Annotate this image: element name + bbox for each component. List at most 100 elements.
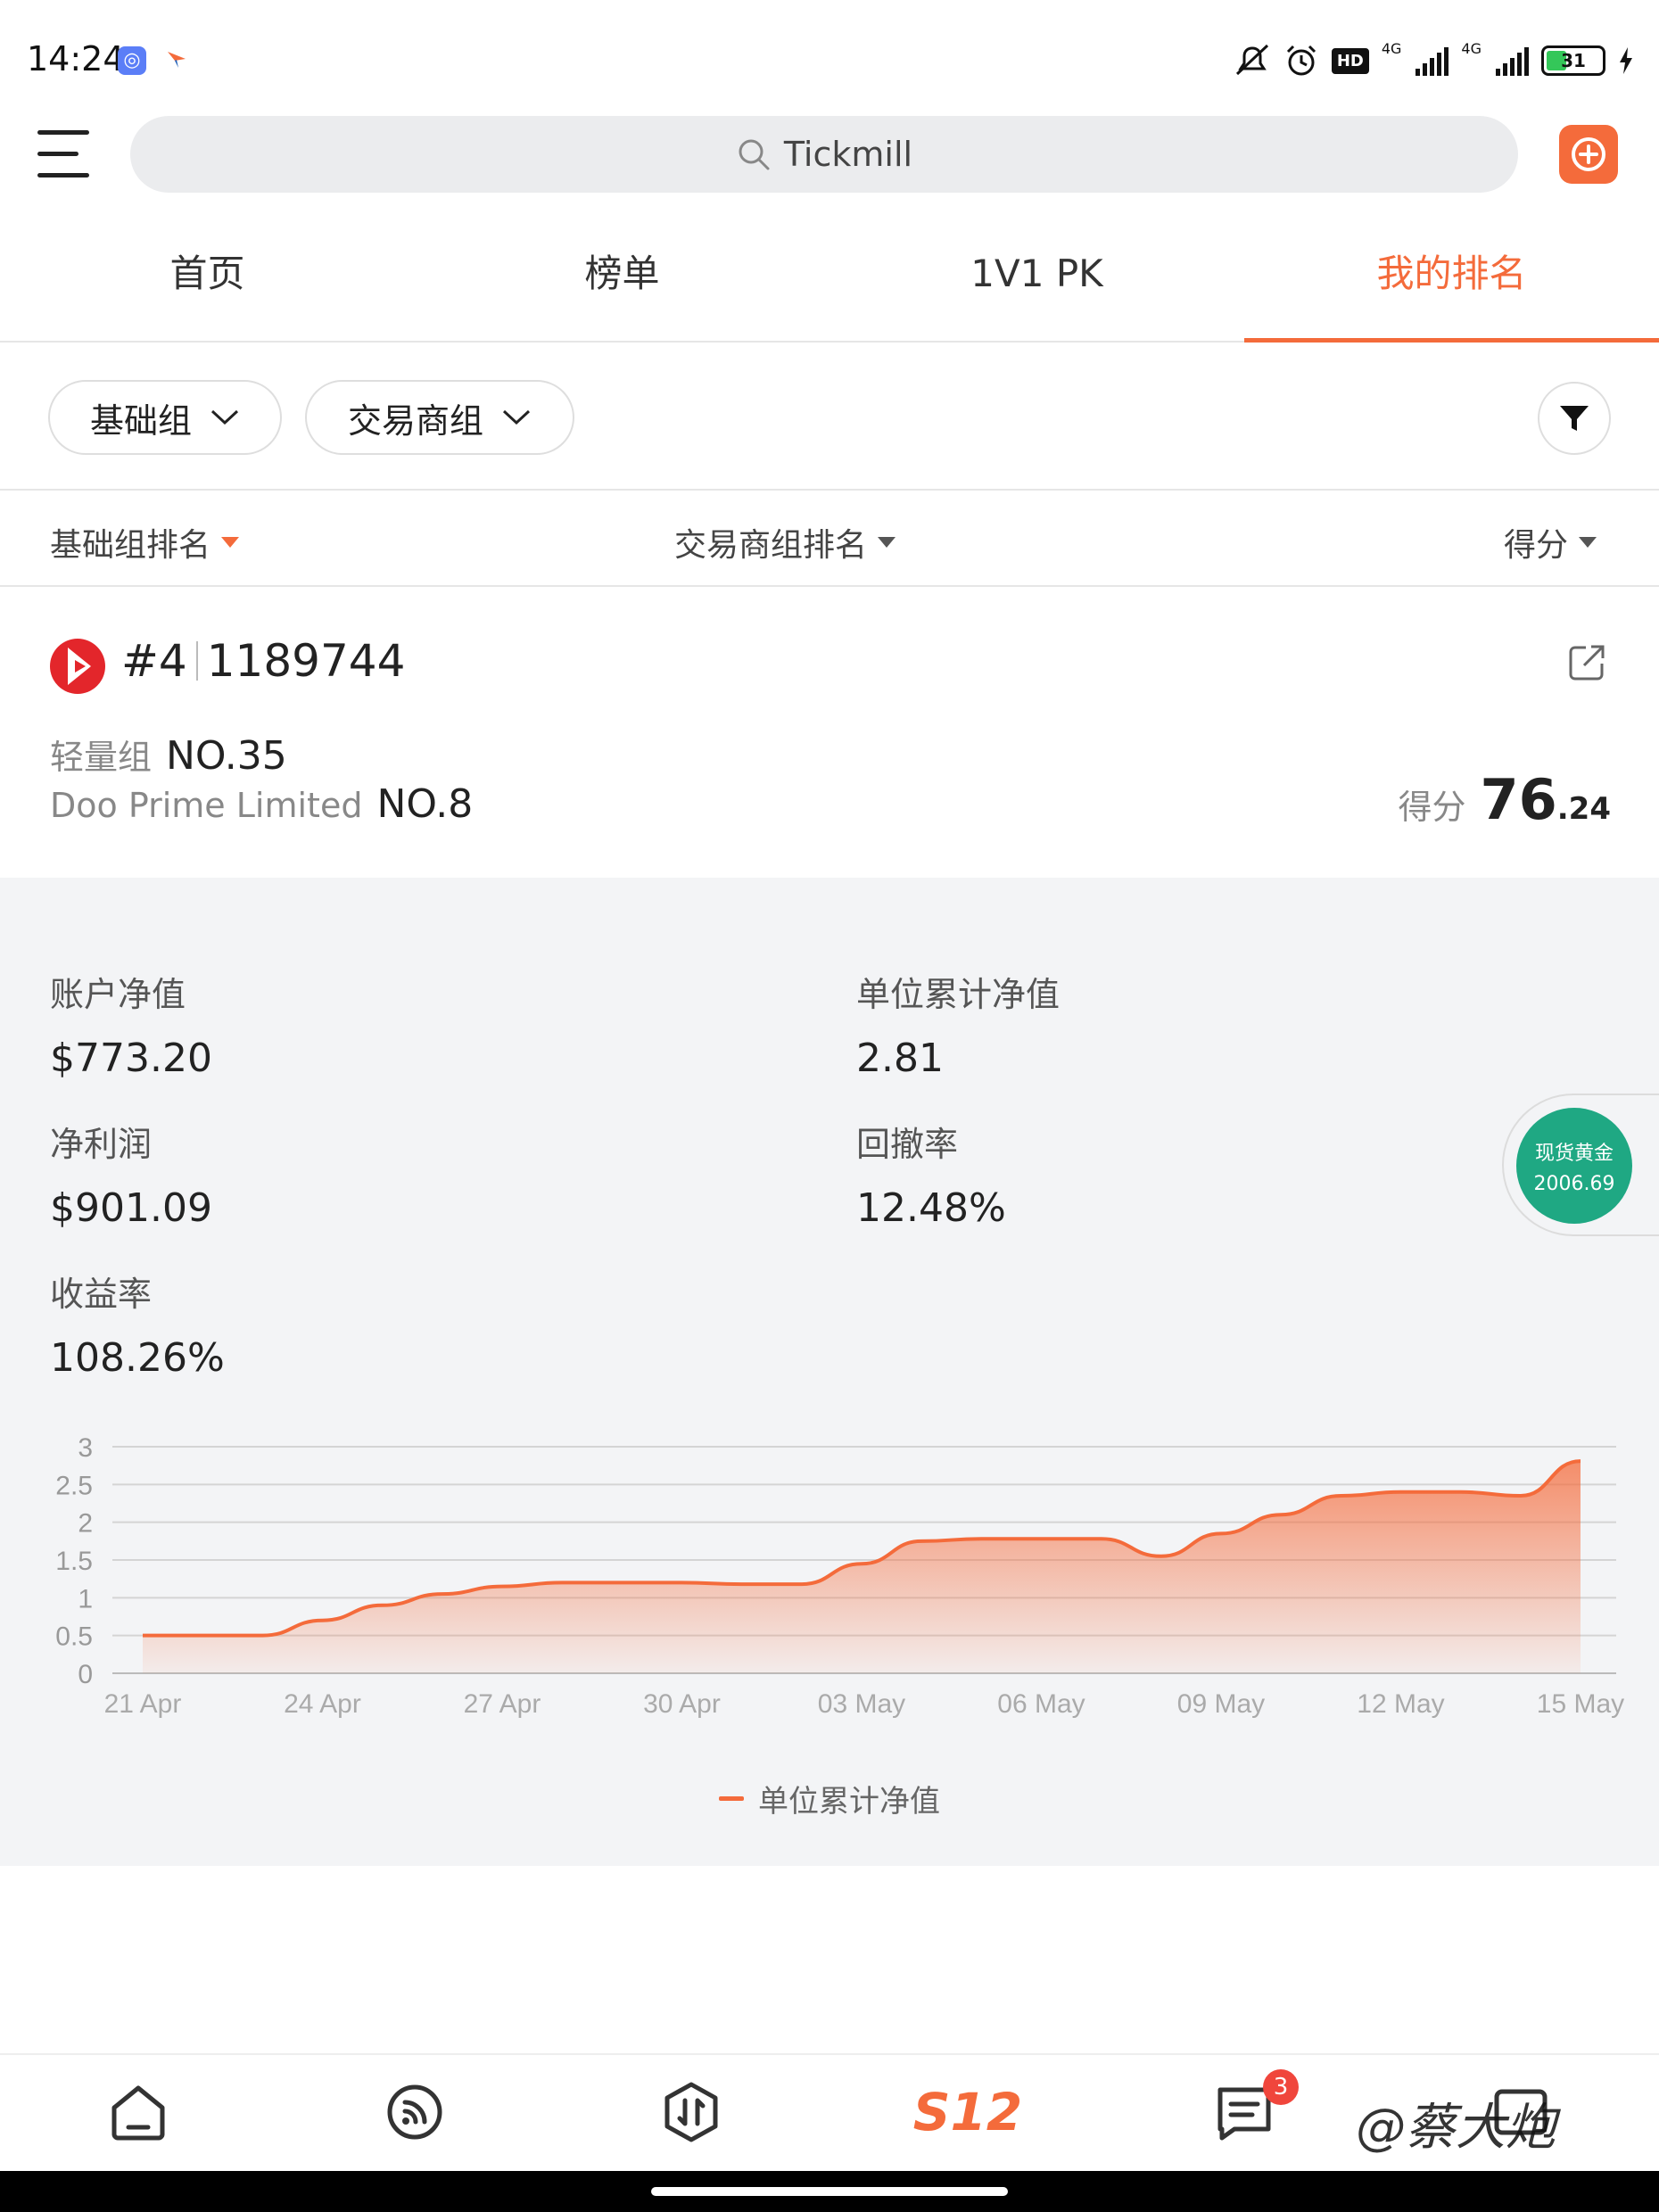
- stat-return: 收益率 108.26%: [50, 1267, 225, 1381]
- broker-group-dropdown[interactable]: 交易商组: [305, 380, 574, 455]
- stat-label: 收益率: [50, 1275, 153, 1314]
- gesture-bar: [0, 2171, 1659, 2212]
- sort-broker-group-rank[interactable]: 交易商组排名: [674, 519, 896, 565]
- broker-logo: [50, 639, 105, 694]
- add-button[interactable]: [1559, 125, 1618, 184]
- filter-button[interactable]: [1538, 382, 1611, 455]
- stat-value: $901.09: [50, 1185, 212, 1231]
- stat-profit: 净利润 $901.09: [50, 1117, 212, 1231]
- group-rank: NO.35: [166, 733, 287, 779]
- sort-row: 基础组排名 交易商组排名 得分: [0, 492, 1659, 587]
- nav-chart: 0 0.5 1 1.5 2 2.5 3 21 Apr 24 Apr 27 Apr 30 Apr 03 …: [55, 1433, 1624, 1719]
- stat-value: 108.26%: [50, 1335, 225, 1381]
- tab-my-ranking[interactable]: 我的排名: [1244, 223, 1659, 343]
- x-tick-label: 21 Apr: [104, 1689, 182, 1719]
- nav-messages[interactable]: 3: [1106, 2055, 1382, 2169]
- stat-label: 净利润: [50, 1125, 153, 1164]
- account-rank: #4 1189744: [121, 635, 405, 687]
- plus-icon: [1572, 137, 1605, 171]
- account-id: 1189744: [206, 635, 406, 687]
- stat-label: 账户净值: [50, 975, 186, 1014]
- share-icon[interactable]: [1566, 642, 1607, 683]
- group-name: 轻量组: [50, 738, 153, 777]
- hd-indicator: HD: [1331, 47, 1369, 74]
- x-tick-label: 30 Apr: [643, 1689, 721, 1719]
- signal-icon-2: [1496, 45, 1529, 76]
- x-tick-label: 03 May: [818, 1689, 905, 1719]
- group-rank-line: 轻量组 NO.35: [50, 730, 287, 779]
- score-int: 76: [1480, 767, 1557, 832]
- stat-label: 单位累计净值: [856, 975, 1061, 1014]
- home-icon: [111, 2085, 165, 2141]
- stat-nav: 单位累计净值 2.81: [856, 967, 1060, 1081]
- sort-label: 基础组排名: [50, 527, 211, 564]
- gold-price-widget[interactable]: 现货黄金 2006.69: [1502, 1094, 1659, 1236]
- score: 得分 76.24: [1398, 767, 1611, 832]
- sort-label: 得分: [1504, 527, 1569, 564]
- sort-score[interactable]: 得分: [1504, 519, 1597, 565]
- stat-drawdown: 回撤率 12.48%: [856, 1117, 1006, 1231]
- gold-label: 现货黄金: [1534, 1142, 1614, 1165]
- broker-rank: NO.8: [376, 781, 474, 827]
- x-tick-label: 09 May: [1177, 1689, 1265, 1719]
- filter-icon: [1560, 406, 1589, 431]
- nav-s12[interactable]: S12: [830, 2055, 1106, 2169]
- trade-icon: [664, 2082, 718, 2142]
- y-tick-label: 2: [78, 1509, 93, 1539]
- chart-legend: 单位累计净值: [0, 1777, 1659, 1820]
- broker-name: Doo Prime Limited: [50, 786, 363, 825]
- y-tick-label: 1.5: [55, 1547, 93, 1576]
- legend-swatch: [719, 1796, 744, 1801]
- y-tick-label: 0.5: [55, 1622, 93, 1652]
- status-icons: HD 4G 4G 31: [1234, 39, 1634, 80]
- score-label: 得分: [1398, 788, 1466, 827]
- score-dec: .24: [1556, 791, 1611, 827]
- gold-price: 2006.69: [1533, 1172, 1615, 1195]
- status-bar: 14:24 ◎ HD 4G 4G 31: [0, 0, 1659, 116]
- x-tick-label: 12 May: [1357, 1689, 1444, 1719]
- sort-desc-icon: [221, 537, 240, 548]
- signal-icon: [1416, 45, 1449, 76]
- network-label-2: 4G: [1461, 39, 1482, 57]
- charging-icon: [1620, 47, 1632, 74]
- chevron-down-icon: [502, 409, 531, 425]
- broadcast-icon: [387, 2084, 442, 2140]
- notification-arrow-icon: [168, 52, 186, 68]
- battery-icon: 31: [1541, 45, 1605, 76]
- stat-value: $773.20: [50, 1036, 212, 1081]
- search-bar[interactable]: Tickmill: [130, 116, 1518, 193]
- stat-label: 回撤率: [856, 1125, 959, 1164]
- tab-leaderboard[interactable]: 榜单: [415, 223, 830, 341]
- tab-home[interactable]: 首页: [0, 223, 415, 341]
- search-icon: [739, 139, 770, 170]
- group-dropdown-label: 基础组: [89, 400, 192, 441]
- chevron-down-icon: [210, 409, 239, 425]
- legend-label: 单位累计净值: [758, 1784, 940, 1820]
- nav-home[interactable]: [0, 2055, 276, 2169]
- y-tick-label: 1: [78, 1584, 93, 1614]
- main-tabs: 首页 榜单 1V1 PK 我的排名: [0, 223, 1659, 343]
- stat-value: 2.81: [856, 1036, 944, 1081]
- filter-row: 基础组 交易商组: [0, 344, 1659, 491]
- nav-trade[interactable]: [553, 2055, 830, 2169]
- message-badge: 3: [1263, 2069, 1299, 2105]
- menu-button[interactable]: [37, 130, 91, 178]
- search-input[interactable]: Tickmill: [784, 135, 912, 174]
- sort-desc-icon: [1579, 537, 1597, 548]
- broker-rank-line: Doo Prime Limited NO.8: [50, 781, 473, 827]
- group-dropdown[interactable]: 基础组: [48, 380, 282, 455]
- sort-label: 交易商组排名: [674, 527, 868, 564]
- tab-1v1-pk[interactable]: 1V1 PK: [830, 223, 1244, 341]
- x-tick-label: 24 Apr: [284, 1689, 361, 1719]
- mute-icon: [1235, 44, 1268, 76]
- sort-desc-icon: [878, 537, 896, 548]
- home-indicator[interactable]: [651, 2187, 1008, 2196]
- stat-value: 12.48%: [856, 1185, 1006, 1231]
- account-card[interactable]: #4 1189744 轻量组 NO.35 Doo Prime Limited NO…: [0, 589, 1659, 878]
- alarm-icon: [1286, 45, 1316, 76]
- sort-base-group-rank[interactable]: 基础组排名: [50, 519, 240, 565]
- broker-group-dropdown-label: 交易商组: [347, 400, 483, 441]
- x-tick-label: 06 May: [997, 1689, 1085, 1719]
- watermark: @蔡大炮: [1356, 2099, 1556, 2157]
- nav-feed[interactable]: [276, 2055, 553, 2169]
